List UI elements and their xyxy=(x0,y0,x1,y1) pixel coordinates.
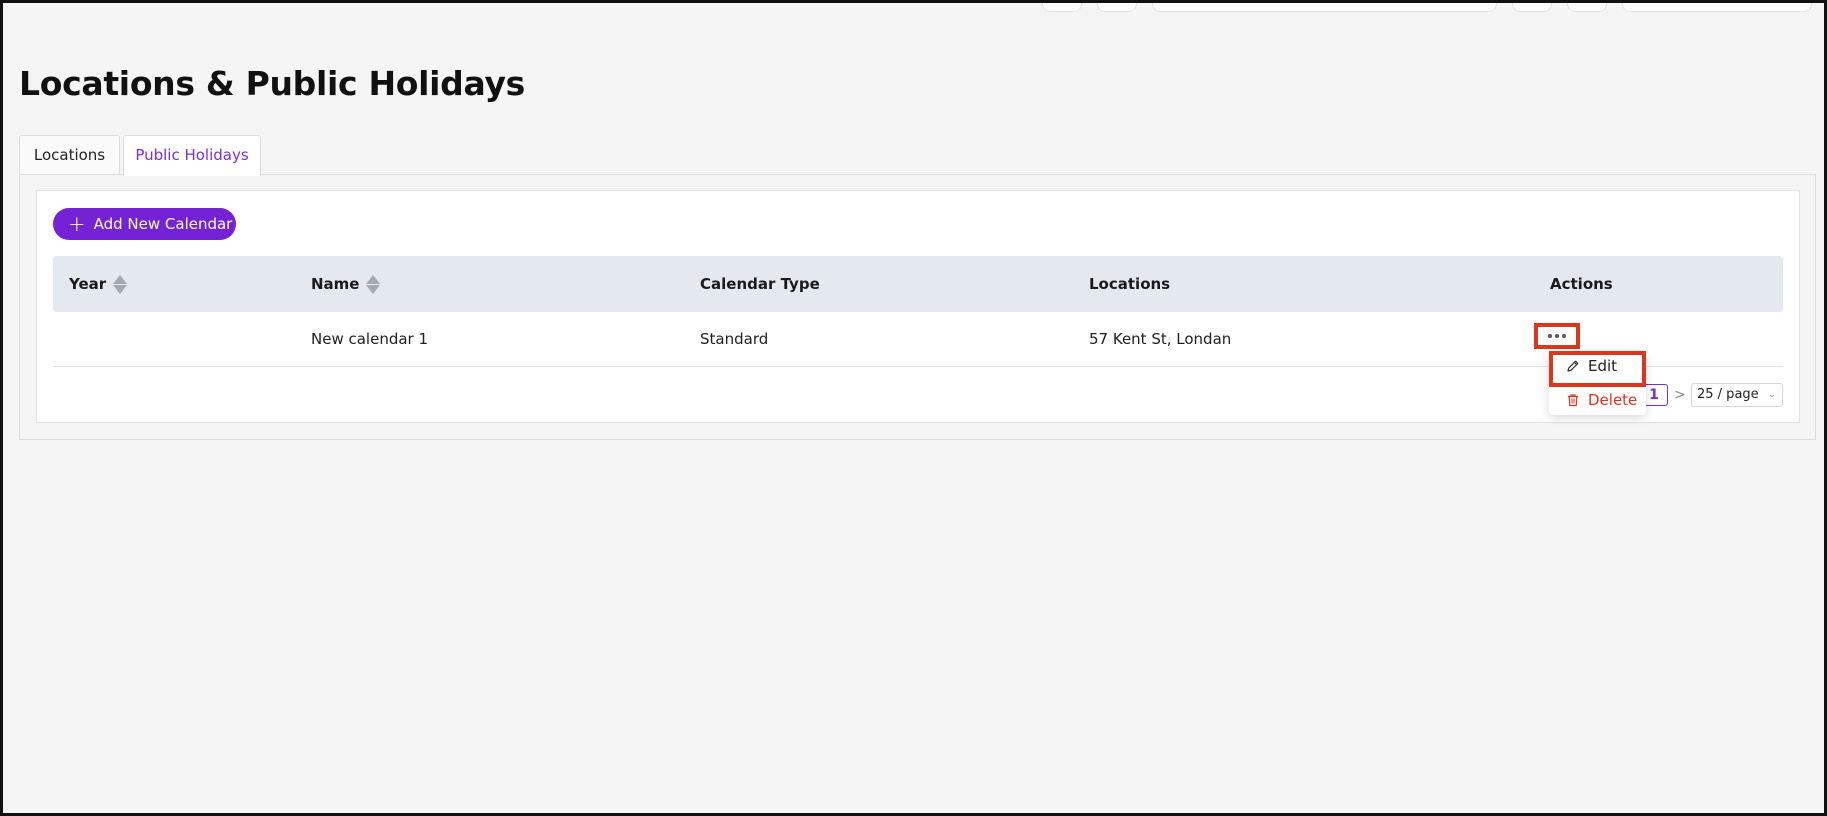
sort-icon[interactable] xyxy=(113,274,128,294)
tab-locations[interactable]: Locations xyxy=(19,135,120,175)
page-size-value: 25 / page xyxy=(1697,387,1759,402)
toolbar-button[interactable] xyxy=(1042,0,1082,12)
cell-name: New calendar 1 xyxy=(311,330,429,348)
add-new-calendar-button[interactable]: + Add New Calendar xyxy=(53,208,236,240)
column-header-actions: Actions xyxy=(1550,275,1613,293)
global-search-input[interactable] xyxy=(1152,0,1497,12)
toolbar-button[interactable] xyxy=(1567,0,1607,12)
sort-icon[interactable] xyxy=(366,274,381,294)
column-header-year[interactable]: Year xyxy=(69,256,128,312)
row-actions-menu: Edit Delete xyxy=(1549,351,1646,415)
tab-public-holidays[interactable]: Public Holidays xyxy=(123,135,261,176)
trash-icon xyxy=(1568,394,1578,407)
pencil-icon xyxy=(1567,360,1579,372)
menu-item-edit[interactable]: Edit xyxy=(1549,351,1646,381)
page-title: Locations & Public Holidays xyxy=(19,64,525,103)
table-row: New calendar 1 Standard 57 Kent St, Lond… xyxy=(53,312,1783,367)
page-size-select[interactable]: 25 / page ⌄ xyxy=(1691,383,1783,407)
user-menu[interactable] xyxy=(1622,0,1812,12)
menu-item-delete-label: Delete xyxy=(1588,391,1638,409)
notification-button[interactable] xyxy=(1512,0,1552,12)
column-header-calendar-type: Calendar Type xyxy=(700,275,820,293)
toolbar-button[interactable] xyxy=(1097,0,1137,12)
column-header-name[interactable]: Name xyxy=(311,256,381,312)
cell-calendar-type: Standard xyxy=(700,330,769,348)
cell-locations: 57 Kent St, Londan xyxy=(1089,330,1232,348)
pagination-next-button[interactable]: > xyxy=(1673,384,1687,406)
more-icon xyxy=(1548,334,1552,338)
column-header-locations: Locations xyxy=(1089,275,1171,293)
row-actions-more-button[interactable] xyxy=(1534,323,1580,349)
menu-item-delete[interactable]: Delete xyxy=(1549,385,1646,415)
menu-item-edit-label: Edit xyxy=(1588,357,1618,375)
add-new-calendar-label: Add New Calendar xyxy=(93,215,233,233)
chevron-down-icon: ⌄ xyxy=(1767,389,1776,400)
plus-icon: + xyxy=(68,211,86,236)
table-header: Year Name Calendar Type Locations Action… xyxy=(53,256,1783,312)
